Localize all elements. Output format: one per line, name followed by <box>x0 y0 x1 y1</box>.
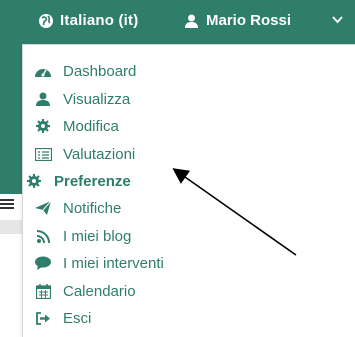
menu-item-label: Esci <box>63 309 92 327</box>
menu-item-i-miei-blog[interactable]: I miei blog <box>23 223 131 249</box>
menu-item-valutazioni[interactable]: Valutazioni <box>23 141 135 167</box>
sidebar-divider <box>0 220 24 234</box>
language-label: Italiano (it) <box>60 12 139 29</box>
menu-item-label: Preferenze <box>54 172 131 190</box>
globe-icon <box>39 13 53 28</box>
user-name: Mario Rossi <box>206 12 292 29</box>
menu-item-visualizza[interactable]: Visualizza <box>23 86 130 112</box>
chevron-down-icon[interactable] <box>332 12 343 27</box>
menu-item-dashboard[interactable]: Dashboard <box>23 58 136 84</box>
hamburger-icon[interactable] <box>0 199 14 209</box>
language-selector[interactable]: Italiano (it) <box>38 12 138 29</box>
comment-icon <box>33 255 53 271</box>
menu-item-notifiche[interactable]: Notifiche <box>23 195 121 221</box>
user-dropdown-menu: Dashboard Visualizza Modifica Valutazion… <box>22 44 355 337</box>
paper-plane-icon <box>33 200 53 216</box>
menu-item-label: Notifiche <box>63 199 122 217</box>
menu-item-label: Valutazioni <box>63 145 136 163</box>
menu-item-label: Calendario <box>63 282 136 300</box>
menu-item-calendario[interactable]: Calendario <box>23 278 136 304</box>
menu-item-label: I miei interventi <box>63 254 164 272</box>
user-icon <box>33 91 53 107</box>
calendar-icon <box>33 283 53 299</box>
gear-icon <box>24 173 44 189</box>
menu-item-i-miei-interventi[interactable]: I miei interventi <box>23 250 164 276</box>
menu-item-label: Modifica <box>63 117 119 135</box>
menu-item-modifica[interactable]: Modifica <box>23 113 119 139</box>
sign-out-icon <box>33 310 53 326</box>
menu-item-esci[interactable]: Esci <box>23 305 91 331</box>
rss-icon <box>33 228 53 244</box>
user-menu-toggle[interactable]: Mario Rossi <box>185 12 291 29</box>
gear-icon <box>33 118 53 134</box>
user-icon <box>185 14 198 28</box>
top-navbar: Italiano (it) Mario Rossi <box>0 0 355 44</box>
menu-item-preferenze[interactable]: Preferenze <box>14 168 131 194</box>
menu-item-label: I miei blog <box>63 227 132 245</box>
list-icon <box>33 146 53 162</box>
dashboard-icon <box>33 63 53 79</box>
menu-item-label: Dashboard <box>63 62 137 80</box>
menu-item-label: Visualizza <box>63 90 131 108</box>
